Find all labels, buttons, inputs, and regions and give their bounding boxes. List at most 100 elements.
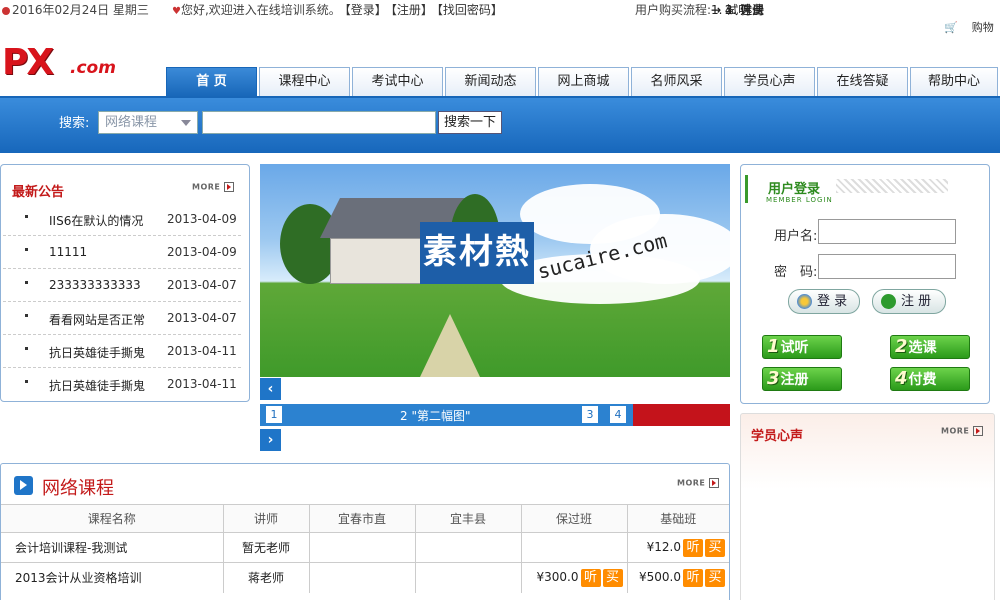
course-name[interactable]: 2013会计从业资格培训 [1, 562, 224, 593]
banner-image[interactable]: 素材熱 sucaire.com [260, 164, 730, 377]
column-header: 保过班 [521, 504, 628, 533]
clock-icon [2, 6, 10, 15]
notice-item[interactable]: 看看网站是否正常 2013-04-07 [3, 302, 241, 335]
heart-icon: ♥ [172, 6, 181, 17]
course-teacher: 蒋老师 [223, 562, 310, 593]
step-pay-button[interactable]: 4付费 [890, 367, 970, 391]
arrow-right-icon [709, 478, 720, 488]
table-header-row: 课程名称 讲师 宜春市直 宜丰县 保过班 基础班 [1, 504, 729, 533]
nav-tab-news[interactable]: 新闻动态 [445, 67, 536, 97]
watermark-logo: 素材熱 [420, 222, 534, 284]
student-voice-title: 学员心声 [751, 429, 804, 444]
step-choose-button[interactable]: 2选课 [890, 335, 970, 359]
notice-item[interactable]: IIS6在默认的情况 2013-04-09 [3, 203, 241, 236]
nav-tab-exams[interactable]: 考试中心 [352, 67, 443, 97]
purchase-flow: 用户购买流程: 1. 试听 → 2. 选课 → 3. 注册 → 4. 付费 [635, 3, 765, 17]
listen-button[interactable]: 听 [683, 568, 703, 587]
search-label: 搜索: [59, 116, 90, 131]
notice-title: 最新公告 [12, 185, 65, 200]
password-label: 密 码: [774, 265, 818, 280]
register-button[interactable]: 注 册 [872, 289, 946, 314]
login-button[interactable]: 登 录 [788, 289, 860, 314]
slider-prev-button[interactable]: ‹ [260, 378, 281, 400]
step-register-button[interactable]: 3注册 [762, 367, 842, 391]
nav-tab-home[interactable]: 首 页 [166, 67, 257, 97]
buy-button[interactable]: 买 [602, 568, 623, 587]
online-courses-panel: 网络课程 MORE 课程名称 讲师 宜春市直 宜丰县 保过班 基础班 会计培训课… [0, 463, 730, 600]
slide-number-1[interactable]: 1 [266, 406, 282, 423]
find-password-link[interactable]: 【找回密码】 [437, 3, 503, 17]
step-listen-button[interactable]: 1试听 [762, 335, 842, 359]
password-input[interactable] [818, 254, 956, 279]
notice-item[interactable]: 抗日英雄徒手撕鬼 2013-04-11 [3, 368, 241, 401]
cart-icon: 🛒 [944, 21, 958, 34]
nav-tab-teachers[interactable]: 名师风采 [631, 67, 722, 97]
table-row: 2013会计从业资格培训 蒋老师 ¥300.0 听买 ¥500.0 听买 [1, 562, 729, 593]
column-header: 讲师 [223, 504, 310, 533]
course-price-cell: ¥300.0 听买 [521, 562, 628, 593]
slide-caption: 2 "第二幅图" [400, 409, 471, 423]
site-logo[interactable]: PX .com [2, 44, 132, 84]
slider-next-button[interactable]: › [260, 429, 281, 451]
nav-tab-help[interactable]: 帮助中心 [910, 67, 998, 97]
notice-panel: 最新公告 MORE IIS6在默认的情况 2013-04-09 11111 2013… [0, 164, 250, 402]
search-bar: 搜索: 网络课程 搜索一下 [0, 96, 1000, 153]
course-cell [521, 532, 628, 563]
course-cell [415, 532, 522, 563]
checkmark-icon [881, 294, 896, 309]
notice-item[interactable]: 233333333333 2013-04-07 [3, 269, 241, 302]
slide-progress [633, 404, 730, 426]
play-icon [14, 476, 33, 495]
users-icon [797, 294, 812, 309]
buy-button[interactable]: 买 [705, 568, 725, 587]
course-cell [415, 562, 522, 593]
login-title: 用户登录 [768, 182, 821, 197]
search-input[interactable] [202, 111, 436, 134]
path-shape [420, 314, 480, 377]
chevron-down-icon [181, 120, 191, 126]
search-button[interactable]: 搜索一下 [438, 111, 502, 134]
notice-item[interactable]: 抗日英雄徒手撕鬼 2013-04-11 [3, 335, 241, 368]
column-header: 宜丰县 [415, 504, 522, 533]
courses-more-link[interactable]: MORE [677, 478, 720, 488]
listen-button[interactable]: 听 [580, 568, 601, 587]
nav-tab-courses[interactable]: 课程中心 [259, 67, 350, 97]
course-cell [309, 532, 416, 563]
course-price-cell: ¥12.0 听买 [627, 532, 729, 563]
notice-item[interactable]: 11111 2013-04-09 [3, 236, 241, 269]
buy-button[interactable]: 买 [705, 538, 725, 557]
online-courses-title: 网络课程 [42, 478, 114, 499]
table-row: 会计培训课程-我测试 暂无老师 ¥12.0 听买 [1, 532, 729, 563]
username-input[interactable] [818, 219, 956, 244]
course-name[interactable]: 会计培训课程-我测试 [1, 532, 224, 563]
nav-tab-student-voice[interactable]: 学员心声 [724, 67, 815, 97]
register-link[interactable]: 【注册】 [391, 3, 433, 17]
welcome-message: ♥您好,欢迎进入在线培训系统。 【登录】 【注册】 【找回密码】 [172, 3, 503, 17]
notice-more-link[interactable]: MORE [192, 182, 235, 192]
price: ¥300.0 [536, 570, 579, 585]
login-link[interactable]: 【登录】 [345, 3, 387, 17]
price: ¥500.0 [639, 570, 681, 585]
student-voice-more-link[interactable]: MORE [941, 426, 984, 436]
price: ¥12.0 [646, 540, 681, 554]
listen-button[interactable]: 听 [683, 538, 703, 557]
search-category-select[interactable]: 网络课程 [98, 111, 198, 134]
flow-step: → 4. 付费 [711, 3, 765, 17]
nav-tab-shop[interactable]: 网上商城 [538, 67, 629, 97]
arrow-right-icon [973, 426, 984, 436]
main-nav: 首 页 课程中心 考试中心 新闻动态 网上商城 名师风采 学员心声 在线答疑 帮… [166, 67, 1000, 97]
top-bar: 2016年02月24日 星期三 ♥您好,欢迎进入在线培训系统。 【登录】 【注册】【… [0, 0, 1000, 18]
arrow-right-icon [224, 182, 235, 192]
nav-tab-qa[interactable]: 在线答疑 [817, 67, 908, 97]
login-subtitle: MEMBER LOGIN [766, 196, 833, 204]
slide-number-3[interactable]: 3 [582, 406, 598, 423]
courses-table: 课程名称 讲师 宜春市直 宜丰县 保过班 基础班 会计培训课程-我测试 暂无老师… [1, 504, 729, 593]
student-voice-panel: 学员心声 MORE [740, 413, 995, 600]
column-header: 基础班 [627, 504, 729, 533]
username-label: 用户名: [774, 229, 818, 244]
course-cell [309, 562, 416, 593]
slide-number-4[interactable]: 4 [610, 406, 626, 423]
cart-link[interactable]: 🛒 购物 [944, 19, 994, 35]
course-price-cell: ¥500.0 听买 [627, 562, 729, 593]
slider-pager: 1 2 "第二幅图" 3 4 [260, 404, 730, 426]
